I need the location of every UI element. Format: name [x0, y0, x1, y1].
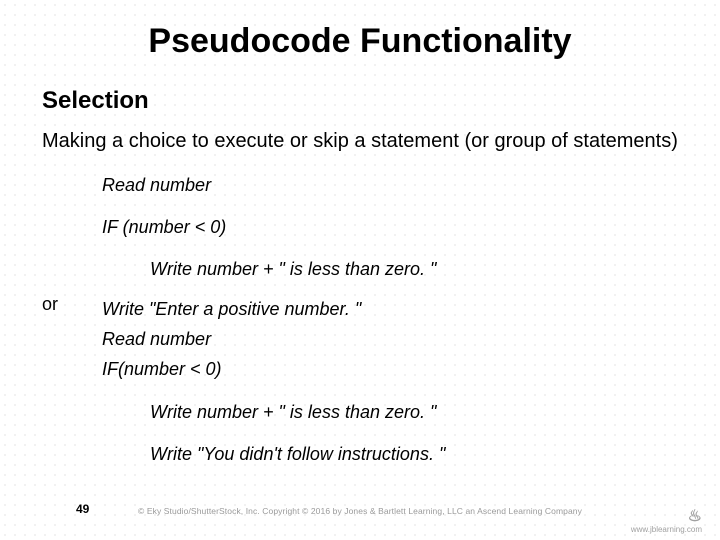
intro-text: Making a choice to execute or skip a sta… [42, 129, 678, 154]
code-line: IF(number < 0) [102, 356, 678, 382]
section-subtitle: Selection [42, 87, 678, 115]
pseudocode-block-1: Read number IF (number < 0) Write number… [102, 172, 678, 282]
or-row: or Write "Enter a positive number. " Rea… [42, 292, 678, 470]
publisher-url: www.jblearning.com [631, 525, 702, 534]
slide-title: Pseudocode Functionality [42, 22, 678, 61]
code-line: Read number [102, 172, 678, 198]
code-line: Write number + " is less than zero. " [150, 399, 678, 425]
flame-icon: ♨ [631, 509, 702, 525]
code-line: Read number [102, 326, 678, 352]
code-spacer [102, 244, 678, 252]
code-line: Write "You didn't follow instructions. " [150, 441, 678, 467]
pseudocode-block-2: Write "Enter a positive number. " Read n… [92, 292, 678, 470]
code-spacer [102, 387, 678, 395]
code-line: IF (number < 0) [102, 214, 678, 240]
slide: Pseudocode Functionality Selection Makin… [0, 0, 720, 540]
code-spacer [102, 202, 678, 210]
code-line: Write "Enter a positive number. " [102, 296, 678, 322]
code-spacer [102, 429, 678, 437]
publisher-logo: ♨ www.jblearning.com [631, 509, 702, 534]
copyright-text: © Eky Studio/ShutterStock, Inc. Copyrigh… [0, 506, 720, 516]
or-label: or [42, 294, 92, 315]
code-line: Write number + " is less than zero. " [150, 256, 678, 282]
